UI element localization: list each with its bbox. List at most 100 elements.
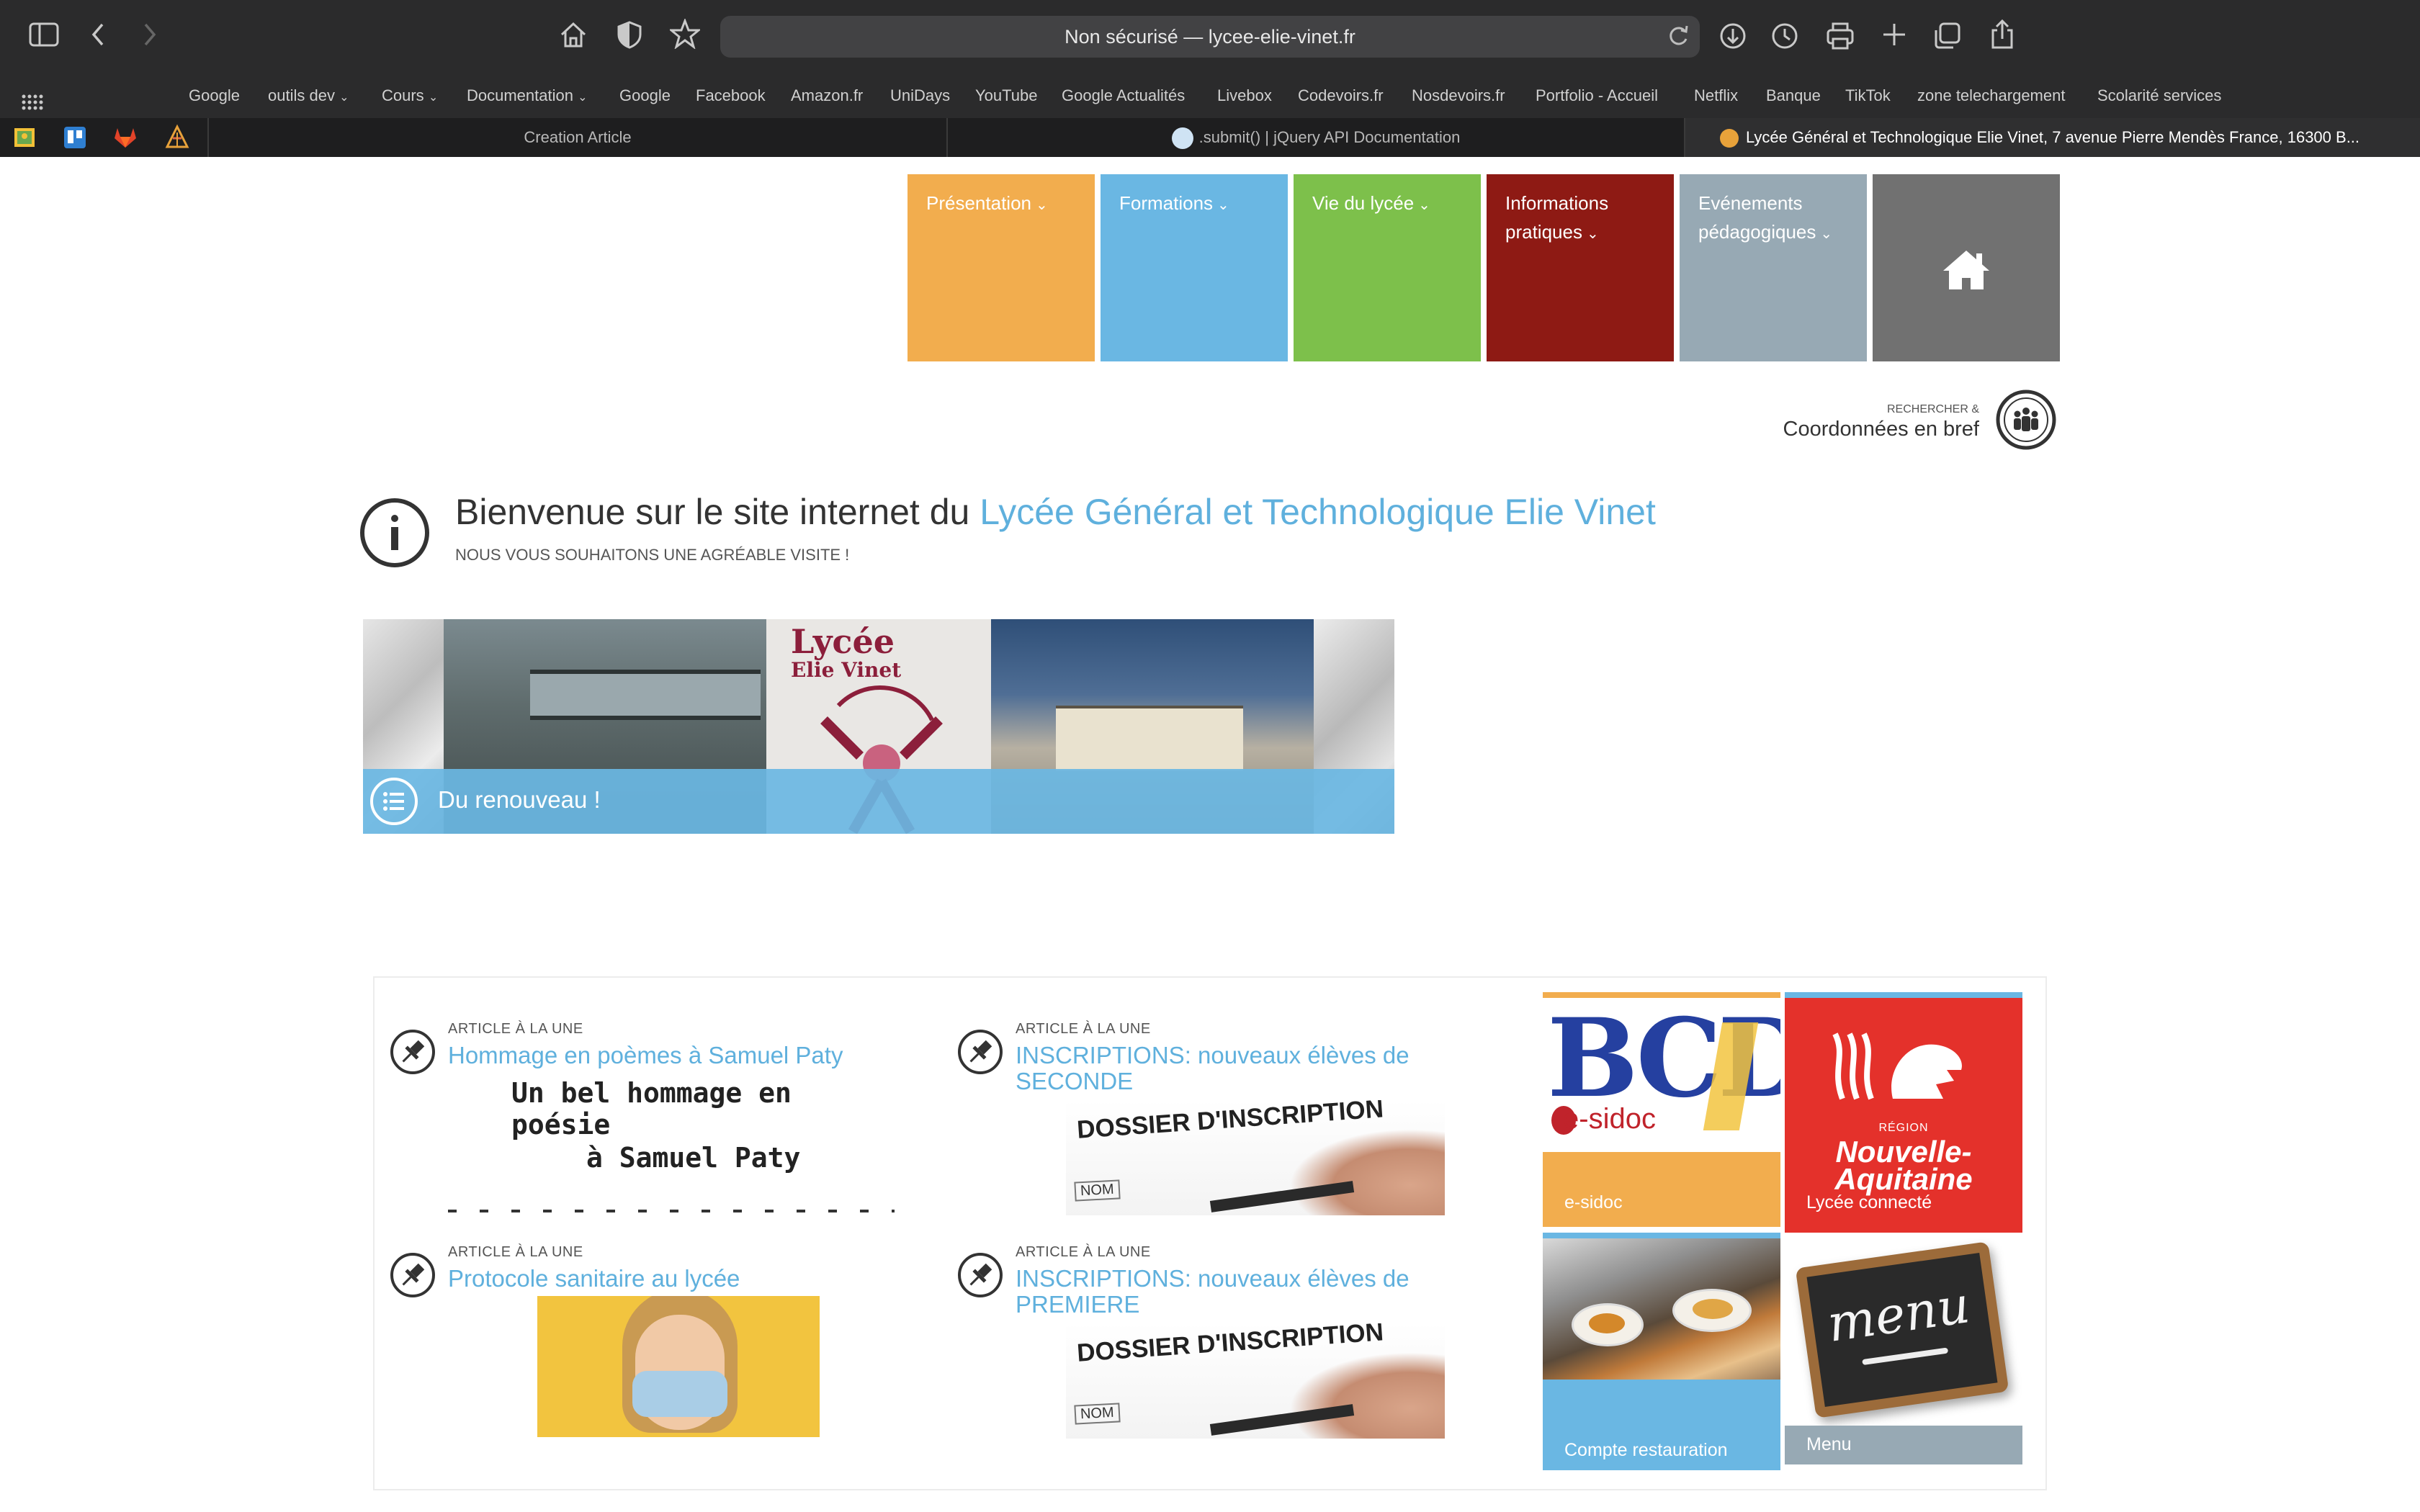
favorite-label: Documentation	[467, 86, 573, 104]
favorite-codevoirs[interactable]: Codevoirs.fr	[1298, 86, 1384, 105]
favorite-tiktok[interactable]: TikTok	[1845, 86, 1891, 105]
favorite-cours[interactable]: Cours ⌄	[382, 86, 438, 105]
favorite-livebox[interactable]: Livebox	[1217, 86, 1272, 105]
tab-overview-icon[interactable]	[1933, 22, 1962, 55]
tab-jquery-submit[interactable]: .submit() | jQuery API Documentation	[946, 118, 1684, 157]
quicklink-e-sidoc[interactable]: BCDI e-sidoc e-sidoc	[1543, 992, 1780, 1227]
nav-home[interactable]	[1873, 174, 2060, 361]
nav-presentation[interactable]: Présentation ⌄	[908, 174, 1095, 361]
article-image-poem[interactable]: Un bel hommage en poésie à Samuel Paty	[448, 1073, 895, 1217]
article-title-inscriptions-seconde[interactable]: INSCRIPTIONS: nouveaux élèves de SECONDE	[1016, 1043, 1433, 1094]
reload-icon[interactable]	[1667, 23, 1690, 53]
forward-icon[interactable]	[141, 22, 158, 53]
search-coordonnees[interactable]: RECHERCHER & Coordonnées en bref	[1743, 389, 2060, 451]
chevron-down-icon: ⌄	[1418, 197, 1430, 213]
chevron-down-icon: ⌄	[1035, 197, 1048, 213]
menu-label-bar: Menu	[1785, 1426, 2022, 1464]
nav-label: Evénements pédagogiques	[1698, 192, 1816, 243]
quicklink-label: Menu	[1806, 1434, 1852, 1454]
article-image-dossier[interactable]: DOSSIER D'INSCRIPTION NOM	[1066, 1100, 1445, 1215]
nav-formations[interactable]: Formations ⌄	[1101, 174, 1288, 361]
favorite-facebook[interactable]: Facebook	[696, 86, 766, 105]
region-logo-line2: Aquitaine	[1834, 1162, 1973, 1196]
quicklink-compte-restauration[interactable]: Compte restauration	[1543, 1233, 1780, 1470]
nav-evenements-pedagogiques[interactable]: Evénements pédagogiques ⌄	[1680, 174, 1867, 361]
poem-line-3-cut	[448, 1210, 895, 1212]
chevron-down-icon: ⌄	[1586, 226, 1599, 242]
pinned-tab-trello[interactable]	[60, 124, 89, 151]
print-icon[interactable]	[1825, 22, 1855, 55]
favorite-zone-telechargement[interactable]: zone telechargement	[1917, 86, 2065, 105]
bcdi-logo: BCDI e-sidoc	[1543, 998, 1780, 1152]
banner-slideshow[interactable]: Lycée Elie Vinet Du renouveau !	[363, 619, 1394, 834]
bookmark-star-icon[interactable]	[668, 17, 702, 54]
jquery-favicon-icon	[1171, 127, 1193, 150]
banner-caption-bar[interactable]: Du renouveau !	[363, 769, 1394, 834]
nav-informations-pratiques[interactable]: Informations pratiques ⌄	[1487, 174, 1674, 361]
browser-toolbar: Non sécurisé — lycee-elie-vinet.fr	[0, 0, 2420, 73]
favorite-scolarite-services[interactable]: Scolarité services	[2097, 86, 2221, 105]
dossier-field: NOM	[1074, 1179, 1121, 1202]
pinned-tab-4[interactable]	[163, 124, 192, 151]
article-image-masked-girl[interactable]	[537, 1296, 820, 1437]
pinned-tab-1[interactable]	[10, 124, 39, 151]
new-tab-icon[interactable]	[1881, 22, 1907, 53]
tab-lycee-elie-vinet[interactable]: Lycée Général et Technologique Elie Vine…	[1684, 118, 2420, 157]
nav-vie-du-lycee[interactable]: Vie du lycée ⌄	[1294, 174, 1481, 361]
poem-line-1: Un bel hommage en poésie	[511, 1077, 792, 1140]
article-image-dossier[interactable]: DOSSIER D'INSCRIPTION NOM	[1066, 1323, 1445, 1439]
pin-icon	[958, 1030, 1003, 1074]
favorite-outils-dev[interactable]: outils dev ⌄	[268, 86, 349, 105]
favorite-netflix[interactable]: Netflix	[1694, 86, 1738, 105]
article-title-samuel-paty[interactable]: Hommage en poèmes à Samuel Paty	[448, 1043, 843, 1068]
favorite-unidays[interactable]: UniDays	[890, 86, 950, 105]
welcome-title: Bienvenue sur le site internet du Lycée …	[455, 491, 1656, 533]
sidebar-toggle-icon[interactable]	[29, 22, 59, 53]
article-title-protocole-sanitaire[interactable]: Protocole sanitaire au lycée	[448, 1266, 740, 1292]
nav-label: Présentation	[926, 192, 1031, 214]
favorite-google-2[interactable]: Google	[619, 86, 671, 105]
address-bar[interactable]: Non sécurisé — lycee-elie-vinet.fr	[720, 16, 1700, 58]
quicklink-lycee-connecte[interactable]: RÉGION Nouvelle- Aquitaine Lycée connect…	[1785, 992, 2022, 1233]
favorite-google-actualites[interactable]: Google Actualités	[1062, 86, 1185, 105]
home-icon[interactable]	[559, 20, 588, 54]
article-kicker: ARTICLE À LA UNE	[1016, 1244, 1151, 1260]
pinned-tab-gitlab[interactable]	[111, 124, 140, 151]
tab-bar: Creation Article .submit() | jQuery API …	[0, 118, 2420, 157]
bcdi-logo-sub: e-sidoc	[1563, 1103, 1656, 1135]
quicklink-menu[interactable]: menu Menu	[1785, 1233, 2022, 1470]
apps-grid-icon[interactable]	[22, 88, 43, 115]
lycee-favicon-icon	[1720, 129, 1739, 148]
article-title-inscriptions-premiere[interactable]: INSCRIPTIONS: nouveaux élèves de PREMIER…	[1016, 1266, 1433, 1318]
face-mask	[632, 1371, 727, 1417]
region-logo-top: RÉGION	[1878, 1122, 1929, 1134]
favorite-documentation[interactable]: Documentation ⌄	[467, 86, 588, 105]
tab-label: .submit() | jQuery API Documentation	[1198, 128, 1461, 146]
downloads-icon[interactable]	[1718, 22, 1747, 55]
tab-label: Lycée Général et Technologique Elie Vine…	[1746, 128, 2360, 146]
pin-icon	[390, 1253, 435, 1297]
people-icon	[1995, 389, 2057, 454]
favorite-google[interactable]: Google	[189, 86, 240, 105]
banner-school-facade	[1056, 706, 1243, 770]
favorite-portfolio[interactable]: Portfolio - Accueil	[1536, 86, 1658, 105]
favorite-label: Cours	[382, 86, 424, 104]
share-icon[interactable]	[1989, 19, 2015, 55]
welcome-title-prefix: Bienvenue sur le site internet du	[455, 492, 970, 532]
quicklink-label: e-sidoc	[1564, 1192, 1623, 1212]
tab-creation-article[interactable]: Creation Article	[207, 118, 946, 157]
privacy-shield-icon[interactable]	[617, 20, 642, 54]
favorite-banque[interactable]: Banque	[1766, 86, 1821, 105]
back-icon[interactable]	[89, 22, 107, 53]
search-label: Coordonnées en bref	[1783, 418, 1979, 441]
pen-hand-photo	[1289, 1129, 1445, 1215]
favorite-nosdevoirs[interactable]: Nosdevoirs.fr	[1412, 86, 1505, 105]
favorite-amazon[interactable]: Amazon.fr	[791, 86, 863, 105]
poem-line-2: à Samuel Paty	[586, 1142, 801, 1174]
welcome-title-link[interactable]: Lycée Général et Technologique Elie Vine…	[980, 492, 1656, 532]
favorite-label: outils dev	[268, 86, 335, 104]
pin-icon	[958, 1253, 1003, 1297]
info-icon	[359, 497, 431, 572]
favorite-youtube[interactable]: YouTube	[975, 86, 1037, 105]
history-icon[interactable]	[1770, 22, 1799, 55]
